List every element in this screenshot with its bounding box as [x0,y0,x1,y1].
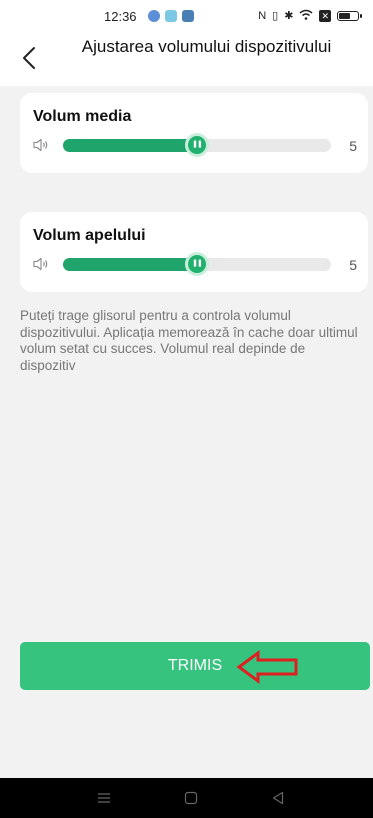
status-time: 12:36 [104,9,137,24]
status-system-icons: N ▯ ✱ ✕ [258,9,362,23]
nfc-icon: N [258,10,267,22]
back-button[interactable] [12,38,46,78]
menu-icon [98,793,110,803]
call-volume-label: Volum apelului [33,227,146,244]
volume-hint-text: Puteți trage glisorul pentru a controla … [20,308,358,373]
gallery-icon [182,10,194,22]
call-volume-slider[interactable]: ❚❚ [63,252,331,276]
back-nav-button[interactable] [268,788,288,808]
speaker-icon [33,257,48,271]
submit-button[interactable]: TRIMIS [20,642,370,690]
status-bar: 12:36 N ▯ ✱ ✕ [0,0,373,30]
speaker-icon [33,138,48,152]
app-notification-icon [148,10,160,22]
wifi-icon [299,9,313,23]
vibrate-icon: ▯ [272,10,279,22]
media-volume-slider-fill [63,139,201,152]
chevron-left-icon [23,47,35,69]
battery-icon [337,11,362,21]
media-volume-card: Volum media ❚❚ 5 [20,93,368,173]
call-volume-slider-thumb[interactable]: ❚❚ [185,252,209,276]
system-nav-bar [0,778,373,818]
media-volume-slider[interactable]: ❚❚ [63,133,331,157]
header: Ajustarea volumului dispozitivului [0,30,373,86]
x-notification-icon: ✕ [319,10,331,22]
weather-icon [165,10,177,22]
status-app-icons [148,10,194,22]
menu-button[interactable] [94,788,114,808]
home-square-icon [184,791,198,805]
media-volume-slider-thumb[interactable]: ❚❚ [185,133,209,157]
bluetooth-icon: ✱ [284,10,294,22]
home-button[interactable] [181,788,201,808]
call-volume-card: Volum apelului ❚❚ 5 [20,212,368,292]
media-volume-value: 5 [349,138,357,154]
media-volume-label: Volum media [33,108,132,125]
back-triangle-icon [272,791,284,805]
call-volume-slider-fill [63,258,201,271]
call-volume-value: 5 [349,257,357,273]
red-outline-arrow-left-icon [236,650,298,684]
page-title: Ajustarea volumului dispozitivului [81,37,332,56]
